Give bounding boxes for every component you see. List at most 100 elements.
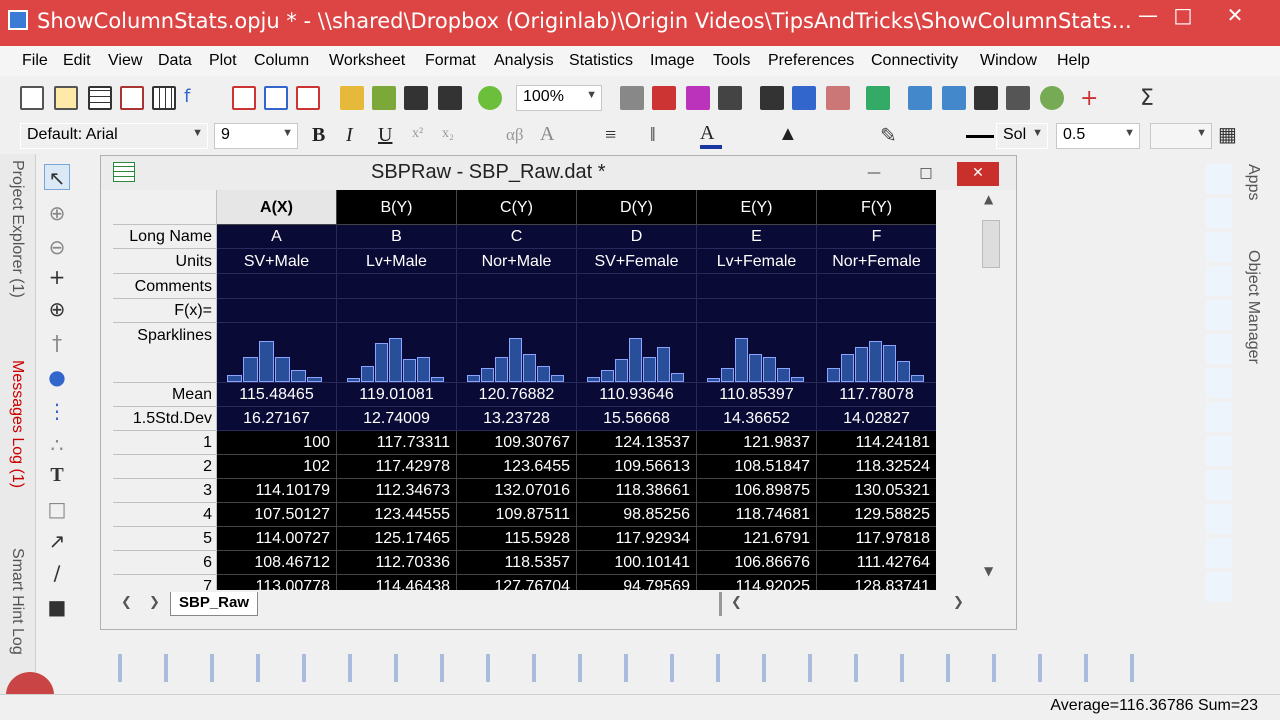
graph-type-buttons[interactable]: [96, 654, 1156, 682]
draw-data-icon[interactable]: ∴: [44, 432, 70, 458]
data-cursor-icon[interactable]: †: [44, 330, 70, 356]
cell-fx-f[interactable]: [817, 299, 936, 323]
data-cell[interactable]: 109.30767: [457, 431, 577, 455]
row-number[interactable]: 3: [113, 479, 217, 503]
cell-std-e[interactable]: 14.36652: [697, 407, 817, 431]
cell-std-c[interactable]: 13.23728: [457, 407, 577, 431]
underline-button[interactable]: U: [378, 124, 392, 147]
refresh-icon[interactable]: [718, 86, 742, 110]
data-cell[interactable]: 112.70336: [337, 551, 457, 575]
zoom-out-tool-icon[interactable]: ⊖: [44, 234, 70, 260]
sheet-tab[interactable]: SBP_Raw: [170, 592, 259, 616]
data-cell[interactable]: 130.05321: [817, 479, 936, 503]
data-cell[interactable]: 98.85256: [577, 503, 697, 527]
font-size-select[interactable]: 9 ▼: [214, 123, 298, 149]
cell-comments-d[interactable]: [577, 274, 697, 299]
sum-icon[interactable]: Σ: [1140, 86, 1164, 111]
print-icon[interactable]: [620, 86, 644, 110]
italic-button[interactable]: I: [346, 124, 353, 147]
data-cell[interactable]: 114.24181: [817, 431, 936, 455]
project-explorer-tab[interactable]: Project Explorer (1): [8, 160, 26, 298]
fill-color-icon[interactable]: ▲: [778, 123, 798, 146]
cell-fx-c[interactable]: [457, 299, 577, 323]
line-color-icon[interactable]: ✎: [880, 123, 897, 148]
cell-fx-b[interactable]: [337, 299, 457, 323]
data-cell[interactable]: 114.00727: [217, 527, 337, 551]
zoom-select[interactable]: 100% ▼: [516, 85, 602, 111]
smart-hint-log-tab[interactable]: Smart Hint Log: [8, 548, 26, 655]
menu-analysis[interactable]: Analysis: [494, 52, 554, 70]
increase-font-icon[interactable]: A: [540, 123, 554, 146]
menu-worksheet[interactable]: Worksheet: [329, 52, 405, 70]
line-tool-icon[interactable]: ∕: [44, 560, 70, 586]
scroll-up-icon[interactable]: ▲: [984, 192, 993, 206]
column-header-f[interactable]: F(Y): [817, 190, 936, 225]
row-header-units[interactable]: Units: [113, 249, 217, 274]
data-cell[interactable]: 111.42764: [817, 551, 936, 575]
sparkline-b[interactable]: [337, 323, 457, 383]
data-cell[interactable]: 114.10179: [217, 479, 337, 503]
scroll-left-icon[interactable]: ❮: [731, 595, 742, 610]
cell-mean-b[interactable]: 119.01081: [337, 383, 457, 407]
data-cell[interactable]: 117.97818: [817, 527, 936, 551]
row-number[interactable]: 7: [113, 575, 217, 590]
add-column-icon[interactable]: +: [1080, 86, 1104, 111]
font-color-icon[interactable]: A: [700, 122, 714, 145]
data-cell[interactable]: 117.73311: [337, 431, 457, 455]
data-cell[interactable]: 114.92025: [697, 575, 817, 590]
data-reader-icon[interactable]: ⊕: [44, 296, 70, 322]
row-number[interactable]: 4: [113, 503, 217, 527]
data-cell[interactable]: 121.6791: [697, 527, 817, 551]
menu-connectivity[interactable]: Connectivity: [871, 52, 958, 70]
data-cell[interactable]: 112.34673: [337, 479, 457, 503]
row-number[interactable]: 6: [113, 551, 217, 575]
data-cell[interactable]: 100.10141: [577, 551, 697, 575]
menu-view[interactable]: View: [108, 52, 142, 70]
new-project-icon[interactable]: [20, 86, 44, 110]
cell-units-b[interactable]: Lv+Male: [337, 249, 457, 274]
text-tool-icon[interactable]: T: [44, 462, 70, 488]
worksheet-grid-icon[interactable]: ▦: [1218, 122, 1237, 147]
data-cell[interactable]: 113.00778: [217, 575, 337, 590]
data-cell[interactable]: 100: [217, 431, 337, 455]
new-excel-icon[interactable]: [296, 86, 320, 110]
menu-statistics[interactable]: Statistics: [569, 52, 633, 70]
cell-long_name-c[interactable]: C: [457, 225, 577, 249]
workbook-minimize-button[interactable]: —: [853, 162, 895, 186]
data-cell[interactable]: 132.07016: [457, 479, 577, 503]
maximize-button[interactable]: □: [1160, 0, 1206, 32]
split-handle[interactable]: [719, 592, 722, 616]
zoom-in-tool-icon[interactable]: ⊕: [44, 200, 70, 226]
menu-edit[interactable]: Edit: [63, 52, 91, 70]
new-notes-icon[interactable]: [264, 86, 288, 110]
cell-fx-d[interactable]: [577, 299, 697, 323]
workbook-maximize-button[interactable]: □: [905, 162, 947, 186]
superscript-icon[interactable]: x²: [412, 126, 423, 142]
greek-button[interactable]: αβ: [506, 125, 524, 145]
data-cell[interactable]: 124.13537: [577, 431, 697, 455]
vertical-scrollbar[interactable]: ▲ ▼: [978, 190, 1004, 585]
data-cell[interactable]: 125.17465: [337, 527, 457, 551]
script-window-icon[interactable]: [826, 86, 850, 110]
find-icon[interactable]: [942, 86, 966, 110]
cell-fx-e[interactable]: [697, 299, 817, 323]
new-table-icon[interactable]: [974, 86, 998, 110]
row-header-mean[interactable]: Mean: [113, 383, 217, 407]
data-cell[interactable]: 117.42978: [337, 455, 457, 479]
data-cell[interactable]: 108.46712: [217, 551, 337, 575]
menu-file[interactable]: File: [22, 52, 48, 70]
cell-long_name-a[interactable]: A: [217, 225, 337, 249]
menu-plot[interactable]: Plot: [209, 52, 237, 70]
cell-std-b[interactable]: 12.74009: [337, 407, 457, 431]
row-header-sparklines[interactable]: Sparklines: [113, 323, 217, 383]
menu-tools[interactable]: Tools: [713, 52, 750, 70]
sparkline-a[interactable]: [217, 323, 337, 383]
column-align-icon[interactable]: ‖: [650, 124, 656, 147]
cell-units-a[interactable]: SV+Male: [217, 249, 337, 274]
import-wizard-icon[interactable]: [478, 86, 502, 110]
cell-mean-d[interactable]: 110.93646: [577, 383, 697, 407]
data-cell[interactable]: 127.76704: [457, 575, 577, 590]
settings-icon[interactable]: [1040, 86, 1064, 110]
scroll-down-icon[interactable]: ▼: [984, 564, 993, 578]
row-header-std[interactable]: 1.5Std.Dev: [113, 407, 217, 431]
